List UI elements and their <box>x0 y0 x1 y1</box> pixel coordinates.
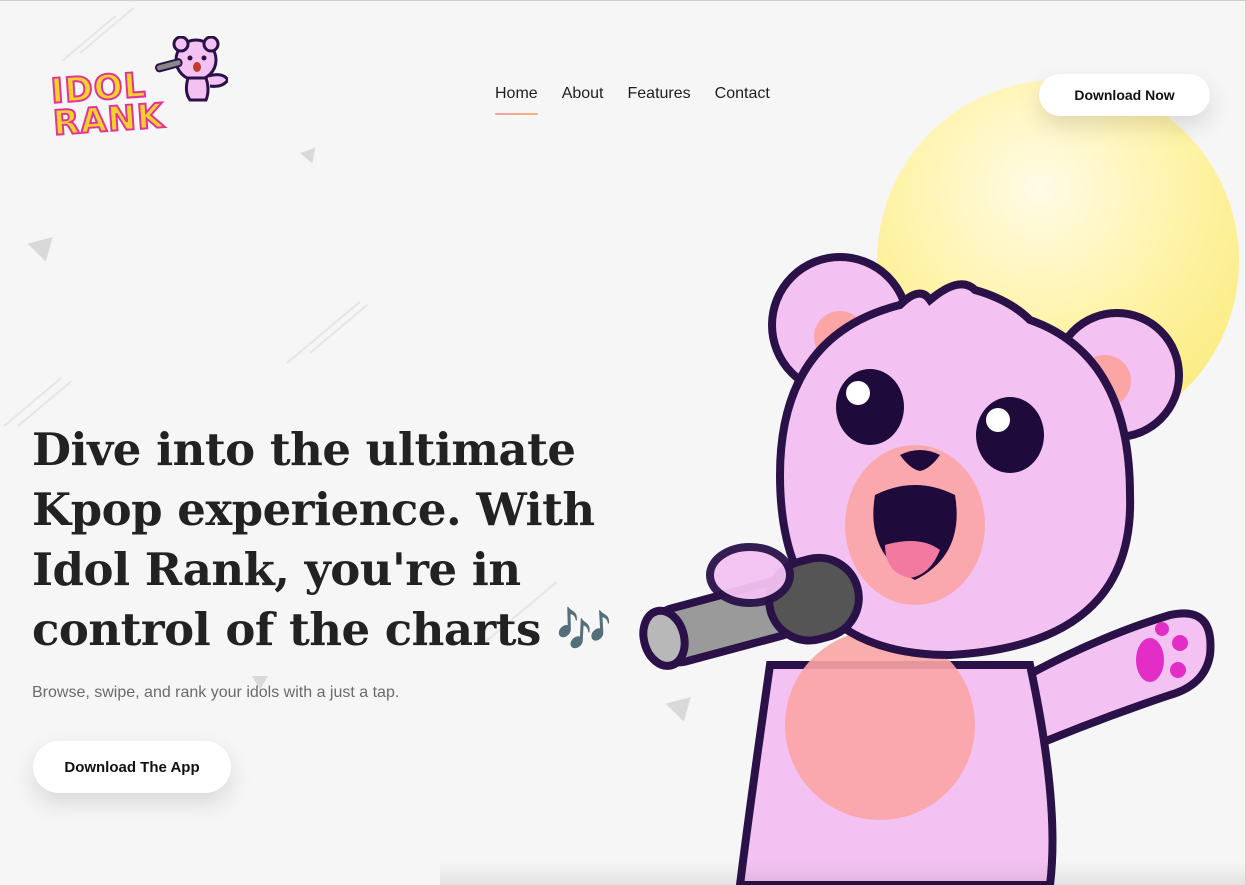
decorative-triangle <box>27 237 59 265</box>
nav-contact[interactable]: Contact <box>715 85 770 109</box>
download-now-button[interactable]: Download Now <box>1039 74 1210 116</box>
main-nav: Home About Features Contact <box>495 85 770 115</box>
hero-title: Dive into the ultimate Kpop experience. … <box>32 423 612 656</box>
nav-home[interactable]: Home <box>495 85 538 115</box>
nav-about[interactable]: About <box>562 85 604 109</box>
hero-subtitle: Browse, swipe, and rank your idols with … <box>32 684 400 701</box>
nav-features[interactable]: Features <box>628 85 691 109</box>
bear-mascot-illustration <box>639 253 1215 885</box>
logo-text-line2: RANK <box>51 95 167 145</box>
bottom-shadow <box>440 861 1246 885</box>
decorative-line <box>286 301 361 364</box>
decorative-triangle <box>300 147 320 167</box>
decorative-line <box>309 304 369 354</box>
logo[interactable]: IDOL RANK <box>48 35 230 146</box>
download-app-button[interactable]: Download The App <box>33 741 231 793</box>
